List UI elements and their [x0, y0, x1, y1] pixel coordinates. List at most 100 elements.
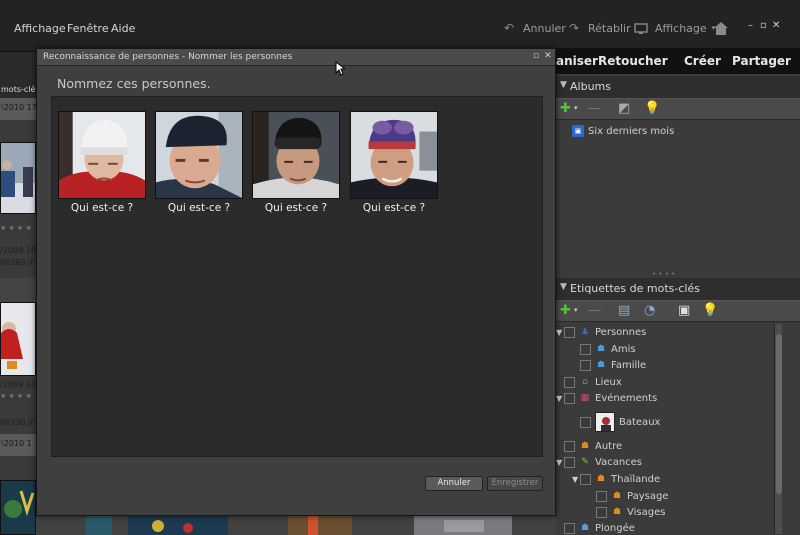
checkbox[interactable] — [564, 392, 575, 404]
remove-album-icon[interactable]: — — [588, 101, 601, 116]
checkbox[interactable] — [580, 343, 591, 355]
photo-thumbnail[interactable] — [86, 516, 112, 535]
keyword-item-evenements[interactable]: ▦ Evénements — [564, 390, 657, 406]
face-card[interactable]: Qui est-ce ? — [155, 111, 243, 214]
lightbulb-icon[interactable]: 💡 — [702, 303, 718, 318]
close-icon[interactable]: ✕ — [772, 20, 780, 31]
close-icon[interactable]: ✕ — [544, 51, 552, 61]
keyword-label: Paysage — [627, 490, 669, 502]
checkbox[interactable] — [596, 506, 607, 518]
monitor-icon — [632, 21, 650, 35]
photo-thumbnail[interactable] — [0, 302, 36, 376]
photo-thumbnail[interactable] — [128, 516, 228, 535]
menu-item-aide[interactable]: Aide — [111, 22, 135, 35]
checkbox[interactable] — [564, 376, 575, 388]
rating-stars[interactable]: ★ ★ ★ ★ — [0, 224, 32, 232]
keyword-label: Autre — [595, 440, 623, 452]
keywords-section-header[interactable]: ▼ Etiquettes de mots-clés — [556, 278, 800, 300]
checkbox[interactable] — [564, 522, 575, 534]
view-menu-button[interactable]: Affichage ▾ — [632, 18, 715, 38]
checkbox[interactable] — [580, 359, 591, 371]
face-thumbnail[interactable] — [58, 111, 146, 199]
keyword-item-amis[interactable]: ☗ Amis — [580, 341, 636, 357]
keyword-item-bateaux[interactable]: Bateaux — [580, 411, 660, 433]
face-thumbnail[interactable] — [252, 111, 340, 199]
checkbox[interactable] — [564, 440, 575, 452]
redo-button[interactable]: ↷ Rétablir — [565, 18, 631, 38]
people-recognition-icon[interactable]: ▣ — [678, 303, 690, 318]
edit-album-icon[interactable]: ◩ — [618, 101, 630, 116]
face-thumbnail[interactable] — [155, 111, 243, 199]
tab-creer[interactable]: Créer — [684, 54, 721, 68]
keyword-item-visages[interactable]: ☗ Visages — [596, 504, 665, 520]
face-thumbnail[interactable] — [350, 111, 438, 199]
add-album-icon[interactable]: ✚ — [560, 101, 571, 116]
album-item[interactable]: ▣ Six derniers mois — [572, 123, 674, 139]
home-button[interactable] — [712, 18, 730, 38]
checkbox[interactable] — [596, 490, 607, 502]
menu-item-affichage[interactable]: Affichage — [14, 22, 66, 35]
event-tag-icon: ▦ — [580, 393, 590, 403]
panel-resize-handle[interactable]: • • • • — [652, 270, 675, 278]
cancel-button[interactable]: Annuler — [425, 476, 483, 491]
menu-item-fenetre[interactable]: Fenêtre — [67, 22, 109, 35]
keyword-item-plongee[interactable]: ☗ Plongée — [564, 520, 635, 535]
menu-bar: Affichage Fenêtre Aide ↶ Annuler ↷ Rétab… — [0, 0, 800, 52]
collapse-triangle-icon[interactable]: ▼ — [560, 282, 567, 292]
keyword-item-vacances[interactable]: ✎ Vacances — [564, 454, 642, 470]
checkbox[interactable] — [580, 473, 591, 485]
rating-stars[interactable]: ★ ★ ★ ★ — [0, 392, 32, 400]
expand-triangle-icon[interactable]: ▼ — [572, 475, 578, 484]
tab-organiser[interactable]: aniser — [556, 54, 598, 68]
chevron-down-icon[interactable]: ▾ — [574, 104, 578, 112]
photo-thumbnail[interactable] — [0, 480, 36, 535]
expand-triangle-icon[interactable]: ▼ — [556, 328, 562, 337]
minimize-icon[interactable]: – — [748, 20, 753, 31]
keywords-scrollbar[interactable] — [774, 324, 782, 534]
collapse-triangle-icon[interactable]: ▼ — [560, 80, 567, 90]
albums-section-header[interactable]: ▼ Albums — [556, 76, 800, 98]
photo-thumbnail[interactable] — [414, 516, 512, 535]
tab-partager[interactable]: Partager — [732, 54, 791, 68]
face-card[interactable]: Qui est-ce ? — [58, 111, 146, 214]
photo-thumbnail[interactable] — [288, 516, 352, 535]
keyword-label: Plongée — [595, 522, 635, 534]
face-card[interactable]: Qui est-ce ? — [350, 111, 438, 214]
add-keyword-icon[interactable]: ✚ — [560, 303, 571, 318]
maximize-icon[interactable]: ▫ — [533, 51, 539, 61]
undo-button[interactable]: ↶ Annuler — [500, 18, 566, 38]
checkbox[interactable] — [564, 456, 575, 468]
keyword-label: Bateaux — [619, 416, 661, 428]
keyword-item-paysage[interactable]: ☗ Paysage — [596, 488, 668, 504]
restore-icon[interactable]: ▫ — [760, 20, 767, 31]
face-card[interactable]: Qui est-ce ? — [252, 111, 340, 214]
chevron-down-icon[interactable]: ▾ — [574, 306, 578, 314]
remove-keyword-icon[interactable]: — — [588, 303, 601, 318]
photo-thumbnail[interactable] — [0, 142, 36, 214]
tag-icon: ☗ — [580, 441, 590, 451]
keyword-item-personnes[interactable]: ♟ Personnes — [564, 324, 646, 340]
lightbulb-icon[interactable]: 💡 — [644, 101, 660, 116]
checkbox[interactable] — [580, 416, 591, 428]
keyword-item-autre[interactable]: ☗ Autre — [564, 438, 622, 454]
expand-triangle-icon[interactable]: ▼ — [556, 394, 562, 403]
date-label: \2010 17 — [1, 103, 37, 112]
tab-retoucher[interactable]: Retoucher — [598, 54, 668, 68]
checkbox[interactable] — [564, 326, 575, 338]
person-tag-icon: ☗ — [596, 344, 606, 354]
face-caption: Qui est-ce ? — [264, 202, 328, 214]
keyword-item-lieux[interactable]: ⌂ Lieux — [564, 374, 622, 390]
bottom-thumbnail-strip — [36, 516, 556, 535]
scrollbar-thumb[interactable] — [776, 334, 782, 494]
keyword-label: Evénements — [595, 392, 658, 404]
redo-icon: ↷ — [568, 21, 580, 35]
dialog-title-bar[interactable]: Reconnaissance de personnes - Nommer les… — [37, 49, 555, 66]
tag-icon: ☗ — [596, 474, 606, 484]
import-keyword-icon[interactable]: ▤ — [618, 303, 630, 318]
redo-label: Rétablir — [588, 21, 631, 35]
expand-triangle-icon[interactable]: ▼ — [556, 458, 562, 467]
keyword-item-thailande[interactable]: ☗ Thaïlande — [580, 471, 660, 487]
save-button[interactable]: Enregistrer — [487, 476, 543, 491]
globe-icon[interactable]: ◔ — [644, 303, 655, 318]
keyword-item-famille[interactable]: ☗ Famille — [580, 357, 646, 373]
